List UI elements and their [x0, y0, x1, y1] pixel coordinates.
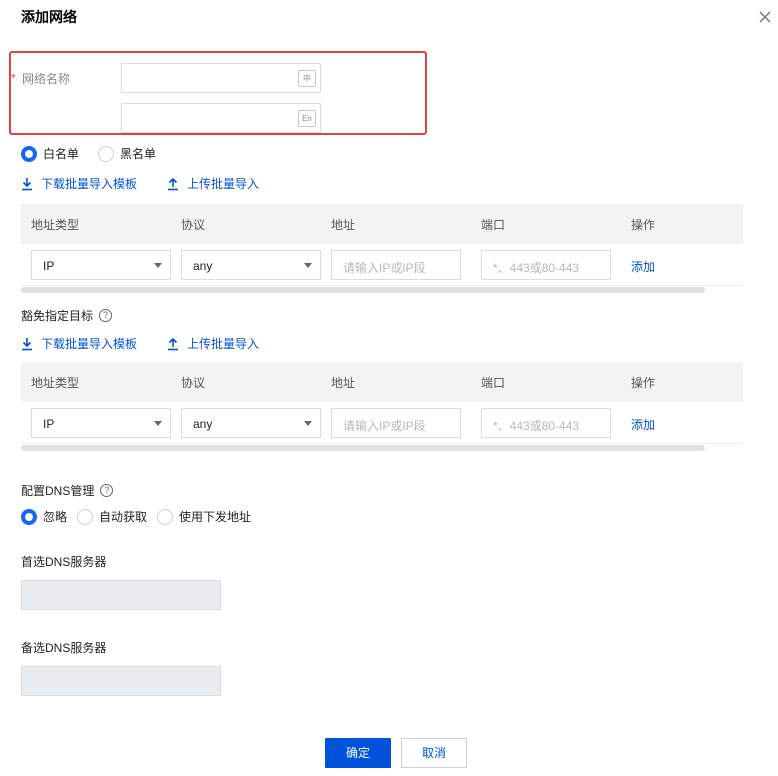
- network-name-en-input[interactable]: En: [121, 103, 321, 133]
- dns-issued-radio[interactable]: [157, 508, 174, 525]
- exempt-add-link[interactable]: 添加: [631, 416, 655, 433]
- confirm-button[interactable]: 确定: [325, 738, 391, 768]
- exempt-port-input[interactable]: *、443或80-443: [481, 408, 611, 438]
- th-addr-type: 地址类型: [31, 376, 80, 390]
- list-mode-group: 白名单 黑名单: [21, 145, 168, 162]
- protocol-select[interactable]: any: [181, 250, 321, 280]
- upload-import-link[interactable]: 上传批量导入: [167, 175, 259, 192]
- help-icon[interactable]: ?: [99, 309, 113, 322]
- blacklist-label[interactable]: 黑名单: [120, 145, 156, 162]
- exempt-table-scrollbar[interactable]: [21, 445, 705, 451]
- upload-icon: [168, 337, 178, 350]
- dns-auto-label[interactable]: 自动获取: [99, 508, 147, 525]
- th-action: 操作: [631, 376, 656, 390]
- dns-mode-group: 忽略 自动获取 使用下发地址: [21, 508, 263, 525]
- exempt-section-label: 豁免指定目标 ?: [21, 307, 113, 324]
- exempt-protocol-select[interactable]: any: [181, 408, 321, 438]
- dns-issued-label[interactable]: 使用下发地址: [179, 508, 251, 525]
- th-protocol: 协议: [181, 376, 206, 390]
- en-tag: En: [298, 110, 316, 127]
- port-input[interactable]: *、443或80-443: [481, 250, 611, 280]
- exempt-address-input[interactable]: 请输入IP或IP段: [331, 408, 461, 438]
- download-icon: [22, 337, 32, 350]
- add-rule-link[interactable]: 添加: [631, 258, 655, 275]
- chevron-down-icon: [304, 263, 312, 268]
- chevron-down-icon: [154, 263, 162, 268]
- table-scrollbar[interactable]: [21, 287, 705, 293]
- dns-ignore-label[interactable]: 忽略: [43, 508, 67, 525]
- row-divider: [21, 285, 743, 286]
- required-mark: *: [11, 71, 16, 85]
- cn-tag: 中: [298, 70, 316, 87]
- chevron-down-icon: [154, 421, 162, 426]
- help-icon[interactable]: ?: [100, 484, 114, 497]
- th-address: 地址: [331, 218, 356, 232]
- primary-dns-input: [21, 580, 221, 610]
- exempt-addr-type-select[interactable]: IP: [31, 408, 171, 438]
- th-action: 操作: [631, 218, 656, 232]
- exempt-download-template-link[interactable]: 下载批量导入模板: [21, 335, 137, 352]
- cancel-button[interactable]: 取消: [401, 738, 467, 768]
- addr-type-select[interactable]: IP: [31, 250, 171, 280]
- rules-table-header: 地址类型 协议 地址 端口 操作: [21, 204, 743, 244]
- network-name-cn-input[interactable]: 中: [121, 63, 321, 93]
- exempt-table-header: 地址类型 协议 地址 端口 操作: [21, 362, 743, 402]
- primary-dns-label: 首选DNS服务器: [21, 555, 107, 569]
- th-address: 地址: [331, 376, 356, 390]
- address-input[interactable]: 请输入IP或IP段: [331, 250, 461, 280]
- dialog-title: 添加网络: [21, 9, 77, 25]
- download-template-link[interactable]: 下载批量导入模板: [21, 175, 137, 192]
- network-name-label: 网络名称: [22, 72, 71, 86]
- blacklist-radio[interactable]: [98, 145, 115, 162]
- dns-auto-radio[interactable]: [77, 508, 94, 525]
- secondary-dns-input: [21, 666, 221, 696]
- dns-ignore-radio[interactable]: [21, 508, 37, 525]
- secondary-dns-label: 备选DNS服务器: [21, 641, 107, 655]
- dns-section-label: 配置DNS管理 ?: [21, 482, 114, 499]
- th-port: 端口: [481, 218, 506, 232]
- th-port: 端口: [481, 376, 506, 390]
- th-addr-type: 地址类型: [31, 218, 80, 232]
- row-divider: [21, 443, 743, 444]
- download-icon: [22, 177, 32, 190]
- exempt-upload-import-link[interactable]: 上传批量导入: [167, 335, 259, 352]
- whitelist-radio[interactable]: [21, 145, 37, 162]
- upload-icon: [168, 177, 178, 190]
- whitelist-label[interactable]: 白名单: [43, 145, 79, 162]
- th-protocol: 协议: [181, 218, 206, 232]
- close-icon[interactable]: [756, 8, 774, 26]
- chevron-down-icon: [304, 421, 312, 426]
